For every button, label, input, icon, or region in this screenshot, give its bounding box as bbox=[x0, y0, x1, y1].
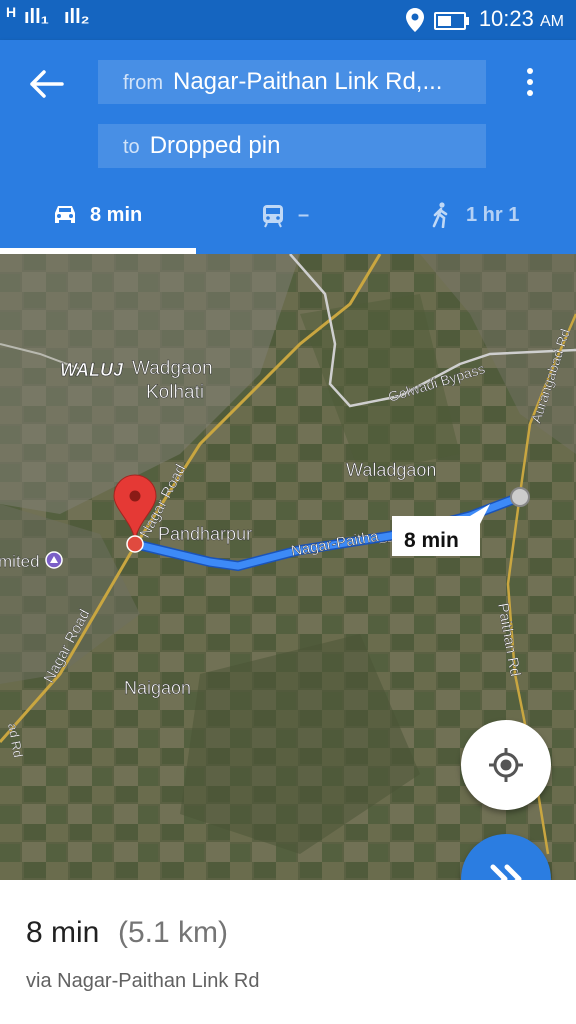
mode-drive-label: 8 min bbox=[90, 204, 143, 226]
signal-strength-2-icon: ıll₂ bbox=[64, 6, 90, 28]
map-label-limited: mited bbox=[0, 552, 40, 571]
status-bar: H ıll₁ ıll₂ 10:23 AM bbox=[0, 0, 576, 40]
directions-header: from Nagar-Paithan Link Rd,... to Dropped … bbox=[0, 40, 576, 254]
mode-transit-label: – bbox=[298, 204, 310, 226]
mode-drive-tab[interactable]: 8 min bbox=[52, 190, 192, 254]
travel-modes: 8 min – 1 hr 1 bbox=[0, 190, 576, 254]
from-field[interactable]: from Nagar-Paithan Link Rd,... bbox=[98, 60, 486, 104]
car-icon bbox=[55, 206, 75, 223]
clock: 10:23 AM bbox=[479, 6, 564, 32]
mode-walk-label: 1 hr 1 bbox=[466, 204, 520, 226]
signal-strength-1-icon: ıll₁ bbox=[24, 6, 49, 28]
route-time-label: 8 min bbox=[404, 529, 459, 552]
more-vert-icon[interactable] bbox=[520, 68, 540, 102]
clock-time: 10:23 bbox=[478, 6, 534, 31]
to-label: to bbox=[123, 136, 140, 158]
my-location-icon bbox=[489, 748, 523, 782]
clock-ampm: AM bbox=[540, 13, 564, 30]
map-label-waluj: WALUJ bbox=[60, 360, 124, 380]
summary-duration: 8 min bbox=[26, 916, 100, 949]
mode-walk-tab[interactable]: 1 hr 1 bbox=[430, 190, 570, 254]
summary-distance: (5.1 km) bbox=[118, 916, 229, 949]
mode-transit-tab[interactable]: – bbox=[262, 190, 332, 254]
summary-via: via Nagar-Paithan Link Rd bbox=[26, 970, 260, 992]
place-marker-icon[interactable] bbox=[45, 551, 63, 569]
from-value: Nagar-Paithan Link Rd,... bbox=[173, 68, 443, 95]
destination-dot[interactable] bbox=[510, 487, 530, 507]
transit-icon bbox=[263, 205, 283, 228]
back-arrow-icon[interactable] bbox=[26, 66, 66, 102]
map-label-kolhati: Kolhati bbox=[146, 382, 204, 403]
from-label: from bbox=[123, 72, 163, 94]
map-label-wadgaon: Wadgaon bbox=[132, 358, 213, 379]
signal-type-label: H bbox=[6, 4, 17, 20]
to-field[interactable]: to Dropped pin bbox=[98, 124, 486, 168]
battery-icon bbox=[434, 12, 469, 30]
map-label-waladgaon: Waladgaon bbox=[346, 460, 436, 480]
map-label-naigaon: Naigaon bbox=[124, 678, 191, 698]
my-location-button[interactable] bbox=[461, 720, 551, 810]
walk-icon bbox=[432, 202, 448, 228]
location-icon bbox=[406, 8, 424, 32]
route-summary-panel[interactable]: 8 min (5.1 km) via Nagar-Paithan Link Rd bbox=[0, 880, 576, 1024]
battery-level bbox=[438, 16, 452, 26]
to-value: Dropped pin bbox=[149, 132, 281, 159]
map-label-pandharpur: Pandharpur bbox=[158, 524, 252, 544]
